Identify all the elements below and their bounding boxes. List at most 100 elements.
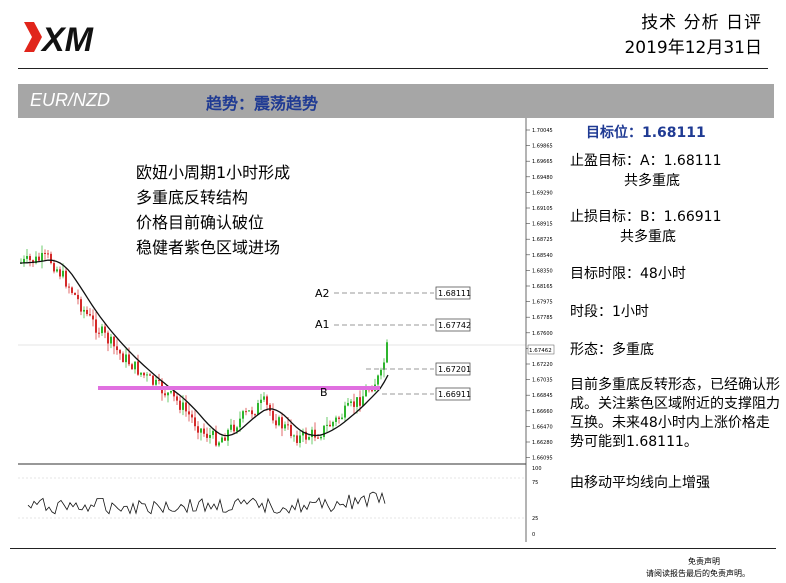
candle-body xyxy=(233,424,235,432)
candle-body xyxy=(56,269,58,272)
candle-body xyxy=(59,269,61,277)
candle-body xyxy=(200,428,202,433)
candle-body xyxy=(380,369,382,376)
candle-body xyxy=(131,364,133,370)
oscillator-axis-tick: 25 xyxy=(532,516,538,522)
candle-body xyxy=(146,374,148,376)
candle-body xyxy=(167,392,169,396)
candle-body xyxy=(254,414,256,416)
a1-price-box: 1.67742 xyxy=(438,321,471,330)
take-profit-basis: 共多重底 xyxy=(624,173,680,189)
timeframe: 时段：1小时 xyxy=(570,304,649,320)
candle-body xyxy=(278,417,280,426)
candle-body xyxy=(371,390,373,392)
candle-body xyxy=(287,424,289,426)
candle-body xyxy=(95,319,97,333)
candle-body xyxy=(356,397,358,407)
candle-body xyxy=(344,405,346,418)
chart-notes: 欧妞小周期1小时形成 多重底反转结构 价格目前确认破位 稳健者紫色区域进场 xyxy=(136,160,290,260)
candle-body xyxy=(221,437,223,443)
candle-body xyxy=(80,299,82,312)
candle-body xyxy=(155,379,157,385)
candle-body xyxy=(185,402,187,412)
candle-body xyxy=(197,426,199,433)
candle-body xyxy=(260,399,262,404)
a2-label: A2 xyxy=(315,287,330,300)
candle-body xyxy=(257,403,259,415)
candle-body xyxy=(245,411,247,413)
candle-body xyxy=(332,421,334,427)
candle-body xyxy=(122,353,124,363)
candle-body xyxy=(104,326,106,333)
candle-body xyxy=(209,435,211,438)
candle-body xyxy=(101,326,103,334)
candle-body xyxy=(182,402,184,410)
candle-body xyxy=(164,393,166,396)
candle-body xyxy=(266,396,268,405)
price-axis-tick: 1.67220 xyxy=(532,362,553,368)
target-level: 目标位：1.68111 xyxy=(586,125,706,141)
candle-body xyxy=(128,354,130,365)
candle-body xyxy=(194,417,196,427)
oscillator-axis-tick: 75 xyxy=(532,480,538,486)
candle-body xyxy=(26,256,28,259)
price-axis-tick: 1.68165 xyxy=(532,284,553,290)
candle-body xyxy=(176,396,178,401)
candle-body xyxy=(179,400,181,410)
candle-body xyxy=(89,314,91,316)
candle-body xyxy=(377,375,379,385)
candle-body xyxy=(284,424,286,429)
oscillator-axis-tick: 0 xyxy=(532,532,535,538)
price-axis-tick: 1.70045 xyxy=(532,128,553,134)
price-axis-tick: 1.69480 xyxy=(532,175,553,181)
candle-body xyxy=(299,435,301,443)
candle-body xyxy=(308,437,310,440)
note-line-3: 价格目前确认破位 xyxy=(136,213,265,232)
candle-body xyxy=(350,401,352,403)
candle-body xyxy=(275,420,277,426)
candle-body xyxy=(320,436,322,439)
stop-loss: 止损目标：B：1.66911 xyxy=(570,209,722,225)
header-divider xyxy=(18,68,768,69)
xm-logo: XM xyxy=(24,21,94,59)
report-title: 技术 分析 日评 xyxy=(641,13,762,33)
candle-body xyxy=(170,391,172,393)
candle-body xyxy=(107,332,109,344)
disclaimer-text: 请阅读报告最后的免责声明。 xyxy=(646,569,750,578)
candle-body xyxy=(362,396,364,406)
candle-body xyxy=(53,263,55,272)
candle-body xyxy=(68,286,70,288)
price-axis-tick: 1.66660 xyxy=(532,409,553,415)
candle-body xyxy=(110,336,112,344)
candle-body xyxy=(50,253,52,264)
candle-body xyxy=(353,401,355,407)
candle-body xyxy=(134,361,136,370)
candle-body xyxy=(329,424,331,427)
currency-pair: EUR/NZD xyxy=(30,90,110,110)
candle-body xyxy=(338,417,340,419)
candle-body xyxy=(77,294,79,300)
price-axis-tick: 1.69865 xyxy=(532,144,553,150)
summary-text: 目前多重底反转形态，已经确认形成。关注紫色区域附近的支撑阻力互换。未来48小时内… xyxy=(570,377,780,450)
pattern: 形态：多重底 xyxy=(570,342,654,358)
candle-body xyxy=(113,336,115,347)
candle-body xyxy=(98,332,100,334)
candle-body xyxy=(272,410,274,421)
candle-body xyxy=(248,410,250,412)
price-axis: 1.70045 1.69865 1.69665 1.69480 1.69290 1.691… xyxy=(526,128,553,462)
price-axis-tick: 1.66095 xyxy=(532,456,553,462)
note-line-2: 多重底反转结构 xyxy=(136,188,249,207)
candle-body xyxy=(218,442,220,446)
candle-body xyxy=(149,374,151,376)
oscillator-axis: 100 75 25 0 xyxy=(532,466,542,538)
candle-body xyxy=(236,427,238,432)
stop-loss-basis: 共多重底 xyxy=(620,229,676,245)
a1-label: A1 xyxy=(315,318,330,331)
take-profit: 止盈目标：A：1.68111 xyxy=(570,153,722,169)
candle-body xyxy=(215,430,217,446)
candle-body xyxy=(323,425,325,437)
candle-body xyxy=(224,437,226,441)
candle-body xyxy=(125,354,127,363)
candle-body xyxy=(38,256,40,261)
candle-body xyxy=(140,372,142,375)
